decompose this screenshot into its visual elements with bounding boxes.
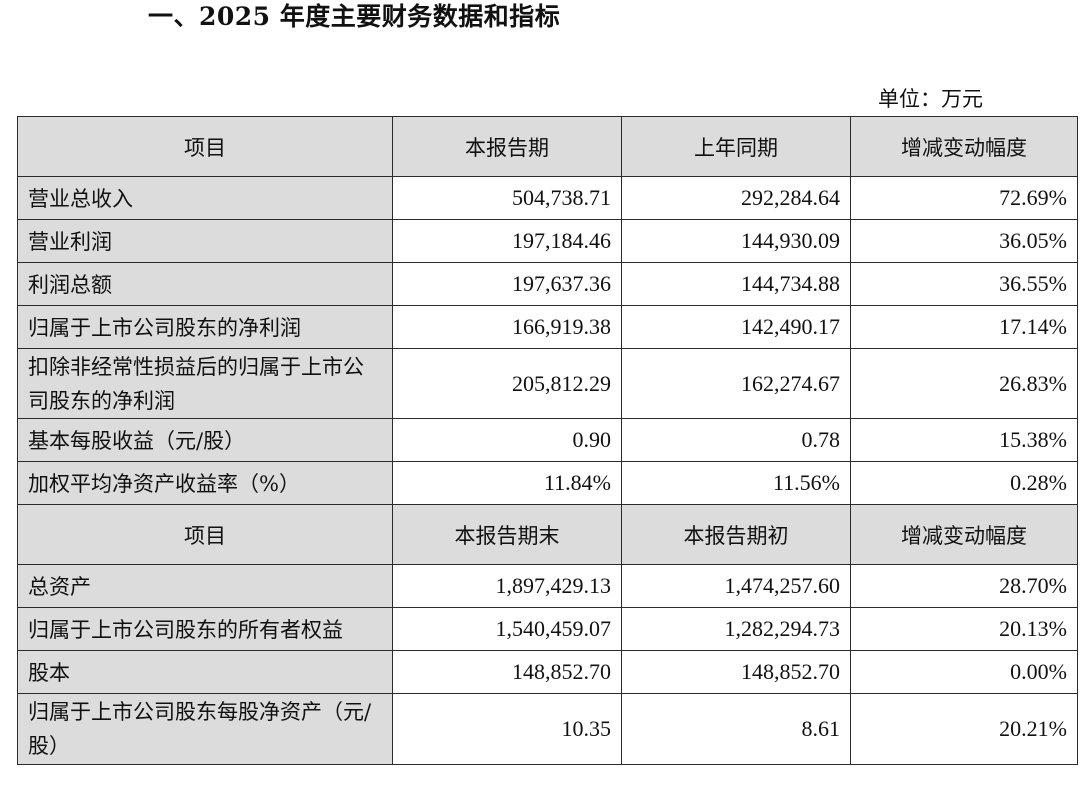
row-label: 归属于上市公司股东的所有者权益: [17, 607, 393, 651]
row-label: 归属于上市公司股东的净利润: [17, 305, 393, 349]
table-row: 利润总额 197,637.36 144,734.88 36.55%: [17, 262, 1078, 306]
current-value: 0.90: [392, 418, 622, 462]
change-value: 36.55%: [850, 262, 1078, 306]
header-cell-period-start: 本报告期初: [621, 504, 851, 565]
change-value: 36.05%: [850, 219, 1078, 263]
table-header-row: 项目 本报告期末 本报告期初 增减变动幅度: [17, 504, 1078, 565]
header-cell-item: 项目: [17, 504, 393, 565]
previous-value: 144,734.88: [621, 262, 851, 306]
row-label: 扣除非经常性损益后的归属于上市公司股东的净利润: [17, 348, 393, 419]
row-label: 基本每股收益（元/股）: [17, 418, 393, 462]
current-value: 166,919.38: [392, 305, 622, 349]
previous-value: 1,474,257.60: [621, 564, 851, 608]
unit-label: 单位：万元: [878, 87, 983, 111]
current-value: 504,738.71: [392, 176, 622, 220]
row-label: 归属于上市公司股东每股净资产（元/股）: [17, 693, 393, 765]
current-value: 205,812.29: [392, 348, 622, 419]
change-value: 15.38%: [850, 418, 1078, 462]
table-row: 营业总收入 504,738.71 292,284.64 72.69%: [17, 176, 1078, 220]
row-label: 股本: [17, 650, 393, 694]
change-value: 0.00%: [850, 650, 1078, 694]
change-value: 17.14%: [850, 305, 1078, 349]
table-row: 总资产 1,897,429.13 1,474,257.60 28.70%: [17, 564, 1078, 608]
change-value: 26.83%: [850, 348, 1078, 419]
current-value: 1,540,459.07: [392, 607, 622, 651]
current-value: 148,852.70: [392, 650, 622, 694]
previous-value: 292,284.64: [621, 176, 851, 220]
row-label: 总资产: [17, 564, 393, 608]
header-cell-change: 增减变动幅度: [850, 504, 1078, 565]
row-label: 营业利润: [17, 219, 393, 263]
previous-value: 11.56%: [621, 461, 851, 505]
current-value: 1,897,429.13: [392, 564, 622, 608]
table-row: 股本 148,852.70 148,852.70 0.00%: [17, 650, 1078, 694]
table-header-row: 项目 本报告期 上年同期 增减变动幅度: [17, 116, 1078, 177]
change-value: 0.28%: [850, 461, 1078, 505]
table-row: 扣除非经常性损益后的归属于上市公司股东的净利润 205,812.29 162,2…: [17, 348, 1078, 419]
table-row: 归属于上市公司股东的所有者权益 1,540,459.07 1,282,294.7…: [17, 607, 1078, 651]
previous-value: 142,490.17: [621, 305, 851, 349]
header-cell-period-end: 本报告期末: [392, 504, 622, 565]
table-row: 归属于上市公司股东每股净资产（元/股） 10.35 8.61 20.21%: [17, 693, 1078, 765]
previous-value: 162,274.67: [621, 348, 851, 419]
previous-value: 8.61: [621, 693, 851, 765]
change-value: 28.70%: [850, 564, 1078, 608]
row-label: 营业总收入: [17, 176, 393, 220]
page-title: 一、2025 年度主要财务数据和指标: [148, 2, 561, 31]
previous-value: 144,930.09: [621, 219, 851, 263]
change-value: 20.13%: [850, 607, 1078, 651]
table-row: 营业利润 197,184.46 144,930.09 36.05%: [17, 219, 1078, 263]
change-value: 72.69%: [850, 176, 1078, 220]
current-value: 11.84%: [392, 461, 622, 505]
current-value: 197,637.36: [392, 262, 622, 306]
previous-value: 148,852.70: [621, 650, 851, 694]
row-label: 利润总额: [17, 262, 393, 306]
header-cell-change: 增减变动幅度: [850, 116, 1078, 177]
row-label: 加权平均净资产收益率（%）: [17, 461, 393, 505]
table-row: 加权平均净资产收益率（%） 11.84% 11.56% 0.28%: [17, 461, 1078, 505]
header-cell-current-period: 本报告期: [392, 116, 622, 177]
header-cell-prior-period: 上年同期: [621, 116, 851, 177]
table-row: 归属于上市公司股东的净利润 166,919.38 142,490.17 17.1…: [17, 305, 1078, 349]
current-value: 197,184.46: [392, 219, 622, 263]
previous-value: 0.78: [621, 418, 851, 462]
previous-value: 1,282,294.73: [621, 607, 851, 651]
change-value: 20.21%: [850, 693, 1078, 765]
header-cell-item: 项目: [17, 116, 393, 177]
current-value: 10.35: [392, 693, 622, 765]
financial-data-table: 项目 本报告期 上年同期 增减变动幅度 营业总收入 504,738.71 292…: [17, 116, 1078, 765]
table-row: 基本每股收益（元/股） 0.90 0.78 15.38%: [17, 418, 1078, 462]
